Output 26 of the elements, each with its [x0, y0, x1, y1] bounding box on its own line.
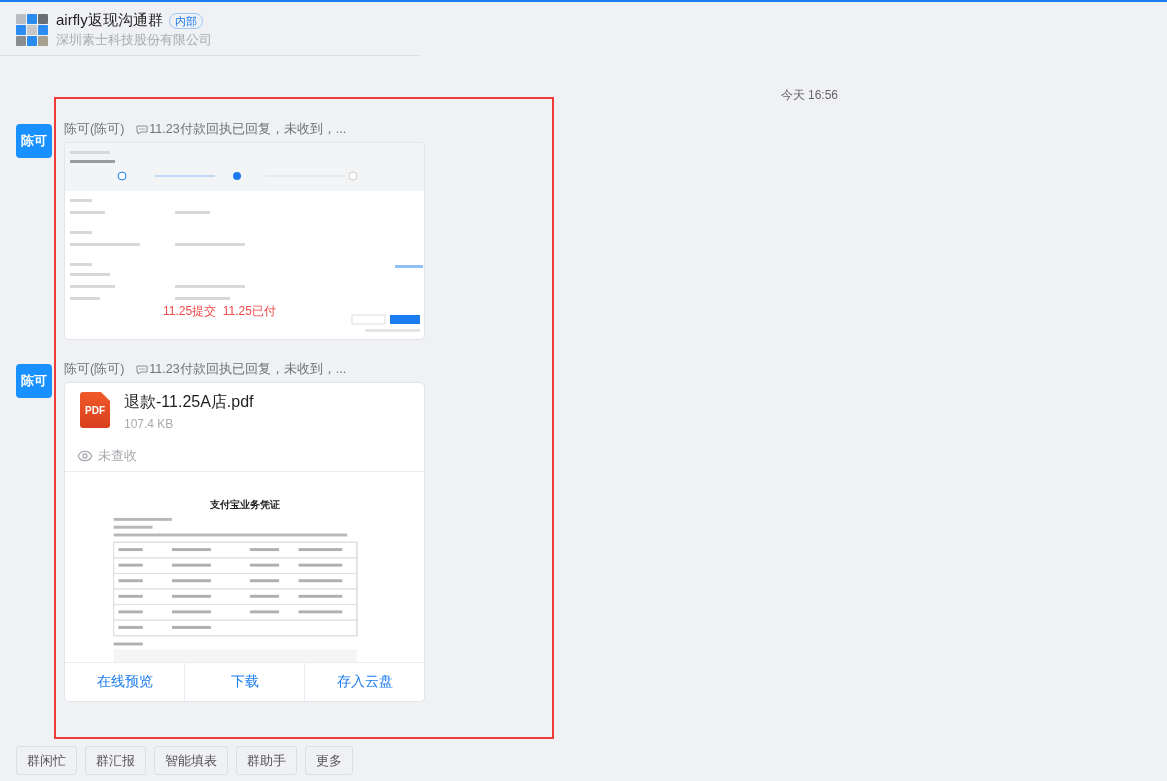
file-size: 107.4 KB [124, 417, 175, 431]
user-avatar[interactable]: 陈可 [16, 124, 52, 158]
group-avatar-icon [16, 14, 48, 46]
eye-icon [77, 448, 93, 464]
quoted-message[interactable]: 11.23付款回执已回复，未收到，... [149, 121, 347, 138]
sender-name: 陈可(陈可) [64, 121, 125, 138]
toolbar-button[interactable]: 群闲忙 [16, 746, 77, 775]
file-card[interactable]: PDF 退款-11.25A店.pdf 107.4 KB 未查收 支付宝业务凭证 在线预览 下载 存入云盘 [64, 382, 425, 702]
group-title: airfly返现沟通群 [56, 11, 163, 30]
toolbar-button[interactable]: 群助手 [236, 746, 297, 775]
speech-bubble-icon [136, 123, 149, 136]
handwritten-note: 11.25提交 11.25已付 [163, 303, 276, 320]
read-status: 未查收 [98, 447, 137, 465]
toolbar-button[interactable]: 群汇报 [85, 746, 146, 775]
message-time: 今天 16:56 [780, 87, 838, 104]
sender-name: 陈可(陈可) [64, 361, 125, 378]
file-name: 退款-11.25A店.pdf [124, 392, 254, 412]
toolbar-button[interactable]: 智能填表 [154, 746, 228, 775]
speech-bubble-icon [136, 363, 149, 376]
user-avatar[interactable]: 陈可 [16, 364, 52, 398]
pdf-file-icon: PDF [80, 392, 110, 428]
company-name: 深圳素士科技股份有限公司 [56, 31, 212, 49]
document-title: 支付宝业务凭证 [209, 498, 280, 512]
toolbar-button[interactable]: 更多 [305, 746, 353, 775]
file-action-button[interactable]: 在线预览 [65, 663, 185, 701]
quoted-message[interactable]: 11.23付款回执已回复，未收到，... [149, 361, 347, 378]
